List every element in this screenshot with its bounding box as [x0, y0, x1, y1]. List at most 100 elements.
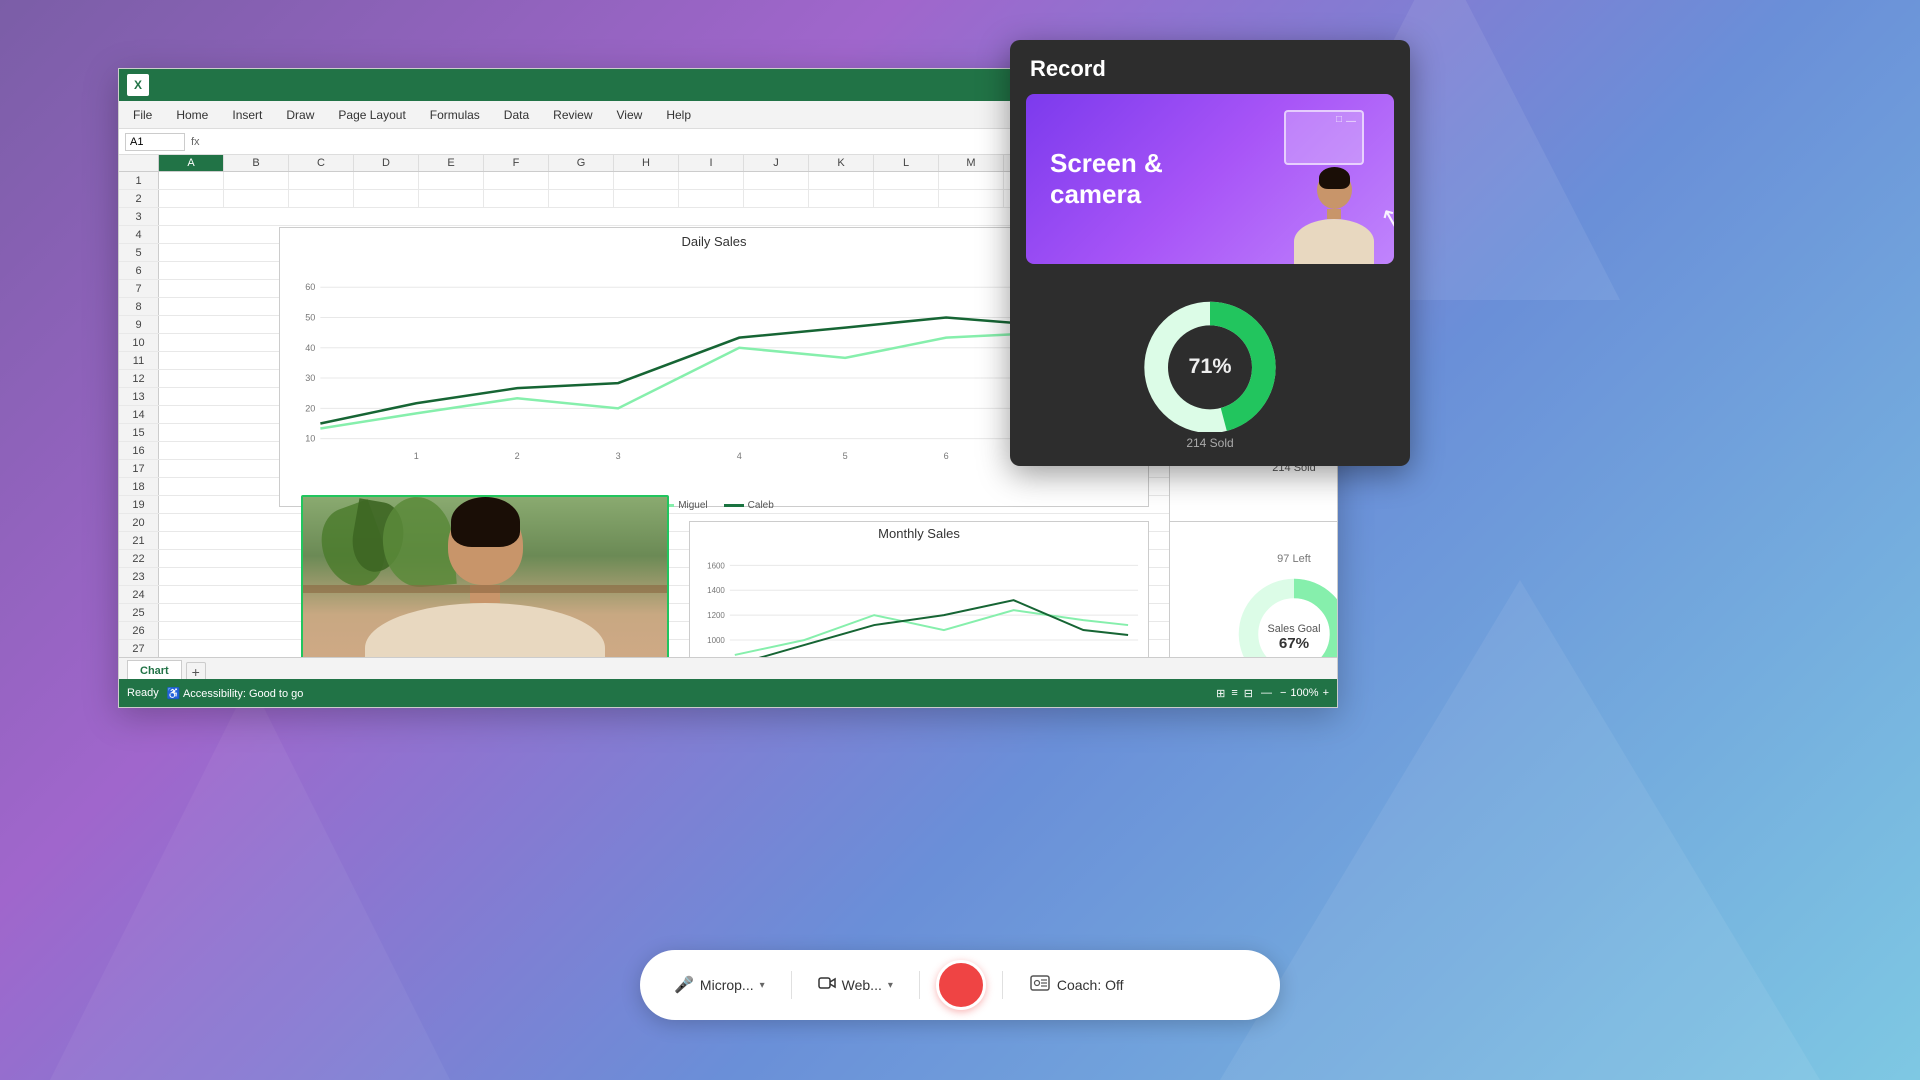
record-panel: Record Screen &camera ↖ 71% 214 Sold	[1010, 40, 1410, 466]
row-num-corner	[119, 155, 159, 171]
title-bar-icons: X	[127, 74, 149, 96]
microphone-chevron-icon[interactable]: ▾	[760, 980, 765, 991]
monthly-chart-title: Monthly Sales	[690, 522, 1148, 545]
legend-label-caleb: Caleb	[748, 500, 774, 511]
status-right: ⊞ ≡ ⊟ — − 100% +	[1216, 687, 1329, 700]
toolbar-separator-1	[791, 971, 792, 999]
svg-text:20: 20	[305, 403, 315, 413]
col-header-b[interactable]: B	[224, 155, 289, 171]
preview-person-head	[1317, 171, 1352, 209]
col-header-d[interactable]: D	[354, 155, 419, 171]
svg-text:2: 2	[515, 451, 520, 461]
ready-status: Ready	[127, 687, 159, 699]
legend-color-caleb	[724, 504, 744, 507]
shelf-decoration	[303, 585, 667, 593]
svg-text:1: 1	[414, 451, 419, 461]
record-sold-count: 214 Sold	[1186, 436, 1233, 450]
view-icons[interactable]: ⊞ ≡ ⊟	[1216, 687, 1253, 700]
svg-text:1000: 1000	[707, 636, 725, 645]
legend-caleb: Caleb	[724, 500, 774, 511]
webcam-chevron-icon[interactable]: ▾	[888, 980, 893, 991]
excel-logo: X	[127, 74, 149, 96]
svg-text:3: 3	[616, 451, 621, 461]
fx-icon: fx	[191, 136, 200, 148]
zoom-controls[interactable]: − 100% +	[1280, 687, 1329, 699]
coach-button[interactable]: Coach: Off	[1019, 966, 1134, 1005]
svg-text:4: 4	[737, 451, 742, 461]
preview-person-hair	[1319, 167, 1350, 189]
svg-text:10: 10	[305, 434, 315, 444]
record-button[interactable]	[936, 960, 986, 1010]
bg-decoration-3	[50, 680, 450, 1080]
preview-person-neck	[1327, 209, 1341, 219]
ribbon-help[interactable]: Help	[662, 106, 695, 124]
record-preview-card[interactable]: Screen &camera ↖	[1026, 94, 1394, 264]
coach-label: Coach: Off	[1057, 977, 1124, 993]
excel-status-bar: Ready ♿ Accessibility: Good to go ⊞ ≡ ⊟ …	[119, 679, 1337, 707]
ribbon-data[interactable]: Data	[500, 106, 533, 124]
accessibility-status: ♿ Accessibility: Good to go	[167, 687, 304, 700]
ribbon-home[interactable]: Home	[172, 106, 212, 124]
status-left: Ready ♿ Accessibility: Good to go	[127, 687, 303, 700]
ribbon-file[interactable]: File	[129, 106, 156, 124]
ribbon-insert[interactable]: Insert	[228, 106, 266, 124]
ribbon-view[interactable]: View	[613, 106, 647, 124]
microphone-icon: 🎤	[674, 975, 694, 995]
zoom-separator: —	[1261, 687, 1272, 699]
svg-text:60: 60	[305, 282, 315, 292]
microphone-button[interactable]: 🎤 Microp... ▾	[664, 969, 775, 1001]
svg-text:50: 50	[305, 313, 315, 323]
microphone-label: Microp...	[700, 977, 754, 993]
svg-text:71%: 71%	[1188, 354, 1231, 378]
toolbar-separator-2	[919, 971, 920, 999]
preview-person-body	[1294, 219, 1374, 264]
list-view-icon[interactable]: ≡	[1231, 687, 1237, 699]
webcam-icon	[818, 974, 836, 997]
col-header-e[interactable]: E	[419, 155, 484, 171]
coach-icon	[1029, 972, 1051, 999]
svg-text:5: 5	[843, 451, 848, 461]
ribbon-page-layout[interactable]: Page Layout	[334, 106, 409, 124]
svg-text:30: 30	[305, 373, 315, 383]
col-header-l[interactable]: L	[874, 155, 939, 171]
record-panel-title: Record	[1010, 40, 1410, 94]
preview-person	[1294, 171, 1374, 264]
screen-camera-label: Screen &camera	[1050, 148, 1163, 210]
grid-view-icon[interactable]: ⊞	[1216, 687, 1225, 700]
ribbon-review[interactable]: Review	[549, 106, 596, 124]
person-hair	[451, 497, 520, 547]
col-header-f[interactable]: F	[484, 155, 549, 171]
svg-text:1200: 1200	[707, 611, 725, 620]
svg-text:1400: 1400	[707, 586, 725, 595]
recording-toolbar: 🎤 Microp... ▾ Web... ▾ Coach:	[640, 950, 1280, 1020]
record-panel-donut-svg: 71%	[1110, 292, 1310, 432]
person-head	[448, 505, 523, 585]
svg-text:6: 6	[944, 451, 949, 461]
cell-reference[interactable]: A1	[125, 133, 185, 151]
webcam-button[interactable]: Web... ▾	[808, 968, 903, 1003]
page-view-icon[interactable]: ⊟	[1244, 687, 1253, 700]
col-header-m[interactable]: M	[939, 155, 1004, 171]
legend-label-miguel: Miguel	[678, 500, 707, 511]
left-count: 97 Left	[1277, 553, 1311, 565]
svg-text:Sales Goal: Sales Goal	[1268, 623, 1321, 635]
zoom-level: 100%	[1290, 687, 1318, 699]
col-header-a[interactable]: A	[159, 155, 224, 171]
ribbon-formulas[interactable]: Formulas	[426, 106, 484, 124]
cursor-arrow-icon: ↖	[1377, 201, 1394, 237]
preview-screen-icon	[1284, 110, 1364, 165]
zoom-in-icon[interactable]: +	[1323, 687, 1329, 699]
col-header-c[interactable]: C	[289, 155, 354, 171]
zoom-out-icon[interactable]: −	[1280, 687, 1286, 699]
col-header-i[interactable]: I	[679, 155, 744, 171]
accessibility-icon: ♿	[167, 688, 181, 700]
col-header-k[interactable]: K	[809, 155, 874, 171]
col-header-g[interactable]: G	[549, 155, 614, 171]
toolbar-separator-3	[1002, 971, 1003, 999]
record-panel-donut-section: 71% 214 Sold	[1010, 280, 1410, 466]
ribbon-draw[interactable]: Draw	[282, 106, 318, 124]
col-header-h[interactable]: H	[614, 155, 679, 171]
svg-text:40: 40	[305, 343, 315, 353]
webcam-label: Web...	[842, 977, 882, 993]
col-header-j[interactable]: J	[744, 155, 809, 171]
